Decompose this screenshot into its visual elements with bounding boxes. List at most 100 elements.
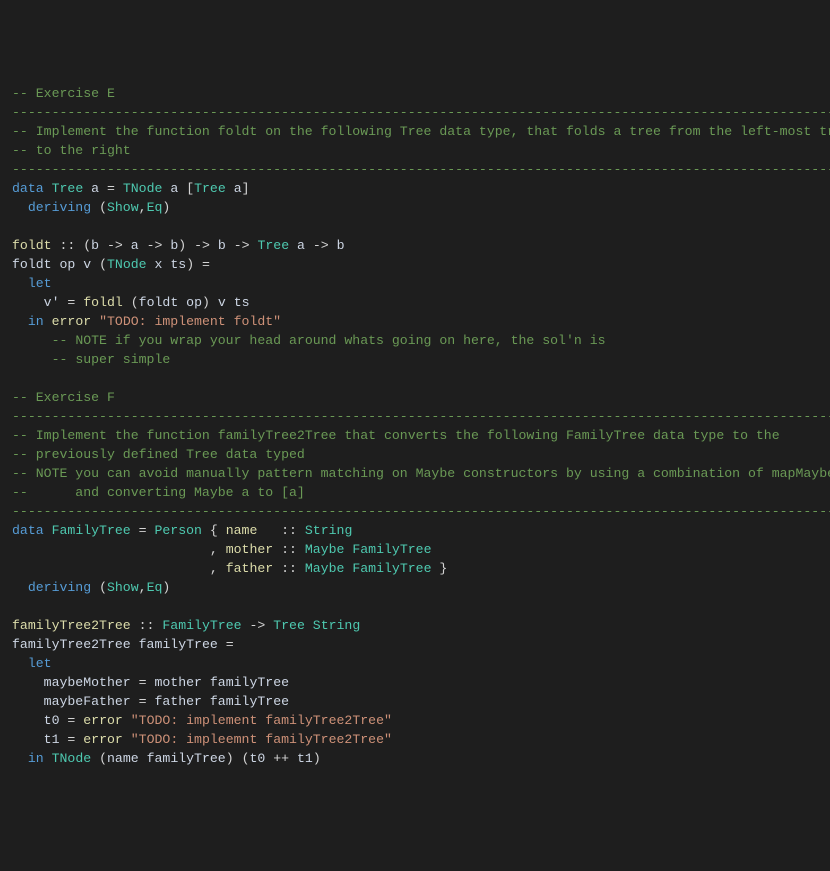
- paren: (: [99, 257, 107, 272]
- comma: ,: [210, 561, 218, 576]
- comment: -- Implement the function foldt on the f…: [12, 124, 830, 139]
- type-show: Show: [107, 580, 139, 595]
- ref-familytree: familyTree: [210, 675, 289, 690]
- op-eq: =: [139, 523, 147, 538]
- var-t1: t1: [44, 732, 60, 747]
- ref-t1: t1: [297, 751, 313, 766]
- ctor-tnode: TNode: [107, 257, 147, 272]
- paren: ): [162, 580, 170, 595]
- comment: -- Exercise E: [12, 86, 115, 101]
- comment: -- Exercise F: [12, 390, 115, 405]
- tyvar-b: b: [91, 238, 99, 253]
- comma: ,: [210, 542, 218, 557]
- op-eq: =: [139, 675, 147, 690]
- ctor-tnode: TNode: [123, 181, 163, 196]
- fn-ft2t-def: familyTree2Tree: [12, 637, 131, 652]
- code-editor[interactable]: -- Exercise E --------------------------…: [12, 84, 818, 768]
- type-eq: Eq: [147, 580, 163, 595]
- ref-ts: ts: [234, 295, 250, 310]
- type-tree: Tree: [257, 238, 289, 253]
- comment-sep: ----------------------------------------…: [12, 504, 830, 519]
- field-father: father: [226, 561, 273, 576]
- ctor-person: Person: [154, 523, 201, 538]
- kw-let: let: [28, 276, 52, 291]
- arrow: ->: [147, 238, 163, 253]
- op-dcolon: ::: [60, 238, 76, 253]
- comment-sep: ----------------------------------------…: [12, 162, 830, 177]
- type-familytree: FamilyTree: [352, 542, 431, 557]
- brace: {: [210, 523, 218, 538]
- type-familytree: FamilyTree: [352, 561, 431, 576]
- indent-guide: [12, 352, 52, 367]
- fn-foldl: foldl: [83, 295, 123, 310]
- param-v: v: [83, 257, 91, 272]
- fn-foldt-def: foldt: [12, 257, 52, 272]
- type-string: String: [305, 523, 352, 538]
- paren: ): [186, 257, 194, 272]
- op-concat: ++: [273, 751, 289, 766]
- comma: ,: [139, 200, 147, 215]
- ref-t0: t0: [249, 751, 265, 766]
- comment: -- Implement the function familyTree2Tre…: [12, 428, 780, 443]
- tyvar-b: b: [218, 238, 226, 253]
- comma: ,: [139, 580, 147, 595]
- indent-guide: [12, 333, 52, 348]
- paren: (: [131, 295, 139, 310]
- op-eq: =: [139, 694, 147, 709]
- arrow: ->: [107, 238, 123, 253]
- op-eq: =: [67, 295, 75, 310]
- ref-name: name: [107, 751, 139, 766]
- tyvar-a: a: [297, 238, 305, 253]
- paren: ): [162, 200, 170, 215]
- paren: ): [202, 295, 210, 310]
- indent-guide: [12, 656, 28, 671]
- var-t0: t0: [44, 713, 60, 728]
- bracket-r: ]: [242, 181, 250, 196]
- indent-guide: [12, 200, 28, 215]
- op-dcolon: ::: [281, 561, 297, 576]
- type-familytree: FamilyTree: [52, 523, 131, 538]
- kw-deriving: deriving: [28, 580, 91, 595]
- tyvar-a: a: [234, 181, 242, 196]
- ref-op: op: [186, 295, 202, 310]
- paren: (: [99, 751, 107, 766]
- var-maybefather: maybeFather: [44, 694, 131, 709]
- ctor-tnode: TNode: [52, 751, 92, 766]
- fn-error: error: [52, 314, 92, 329]
- kw-data: data: [12, 181, 44, 196]
- comment: -- NOTE you can avoid manually pattern m…: [12, 466, 830, 481]
- tyvar-a: a: [91, 181, 99, 196]
- indent-guide: [12, 276, 28, 291]
- tyvar-a: a: [131, 238, 139, 253]
- paren: ): [178, 238, 186, 253]
- ref-father: father: [154, 694, 201, 709]
- type-familytree: FamilyTree: [162, 618, 241, 633]
- type-eq: Eq: [147, 200, 163, 215]
- fn-error: error: [83, 732, 123, 747]
- type-string: String: [313, 618, 360, 633]
- indent-guide: [12, 295, 44, 310]
- fn-error: error: [83, 713, 123, 728]
- ref-mother: mother: [154, 675, 201, 690]
- indent-guide: [12, 713, 44, 728]
- indent-guide: [12, 561, 210, 576]
- comment: -- to the right: [12, 143, 131, 158]
- paren: (: [83, 238, 91, 253]
- ref-familytree: familyTree: [147, 751, 226, 766]
- op-dcolon: ::: [139, 618, 155, 633]
- string-todo-foldt: "TODO: implement foldt": [99, 314, 281, 329]
- type-tree: Tree: [273, 618, 305, 633]
- tyvar-a: a: [170, 181, 178, 196]
- kw-in: in: [28, 751, 44, 766]
- comment: -- previously defined Tree data typed: [12, 447, 305, 462]
- arrow: ->: [249, 618, 265, 633]
- brace: }: [439, 561, 447, 576]
- indent-guide: [12, 314, 28, 329]
- ref-v: v: [218, 295, 226, 310]
- arrow: ->: [234, 238, 250, 253]
- indent-guide: [12, 732, 44, 747]
- fn-ft2t: familyTree2Tree: [12, 618, 131, 633]
- op-eq: =: [226, 637, 234, 652]
- paren: (: [99, 200, 107, 215]
- type-maybe: Maybe: [305, 542, 345, 557]
